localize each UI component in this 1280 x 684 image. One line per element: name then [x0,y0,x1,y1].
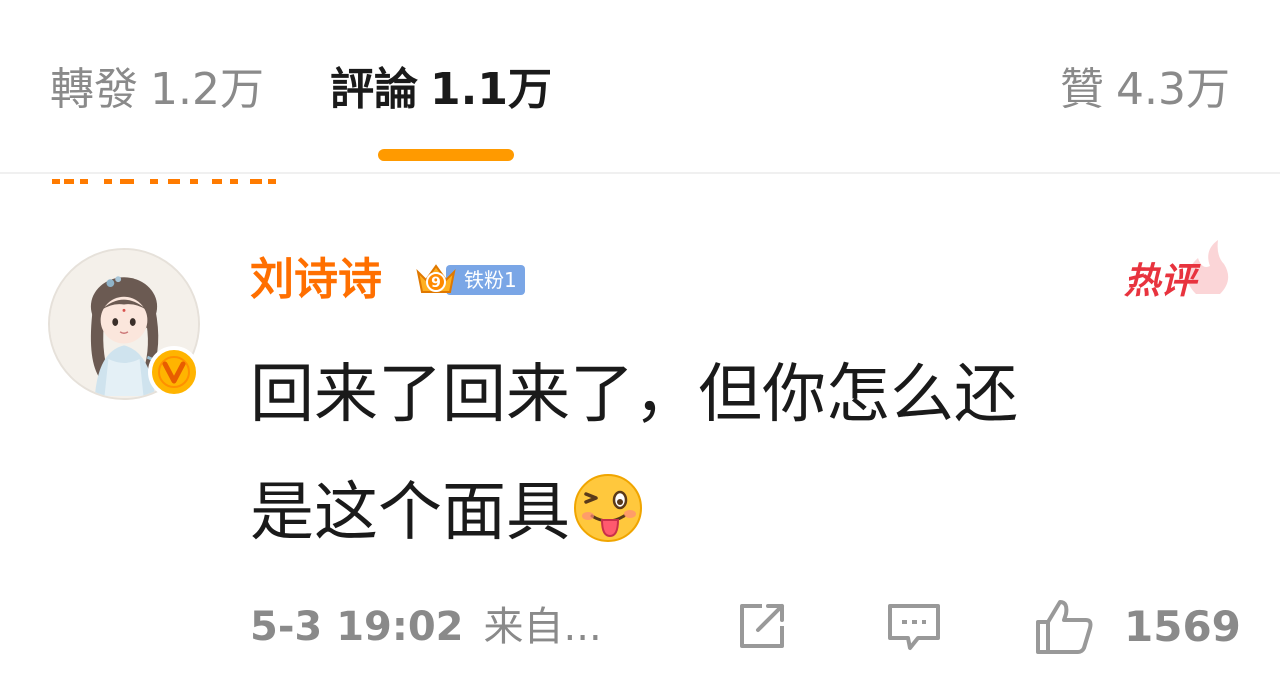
like-count: 1569 [1124,602,1241,651]
comment-icon [888,604,940,650]
comment-meta: 5-3 19:02 来自... [250,598,602,656]
share-icon [740,604,784,648]
clipped-heading-glyphs [52,179,276,184]
tab-like-count: 4.3万 [1116,64,1230,115]
comment-username[interactable]: 刘诗诗 [250,250,382,310]
reply-button[interactable] [884,596,944,656]
tab-comment[interactable]: 評論 1.1万 [330,60,552,120]
tab-comment-count: 1.1万 [430,64,552,115]
fan-level: 9 [431,275,441,291]
tab-bar: 轉發 1.2万 評論 1.1万 贊 4.3万 [0,0,1280,172]
active-tab-indicator [378,149,514,161]
comment-timestamp: 5-3 19:02 [250,604,464,650]
tab-repost[interactable]: 轉發 1.2万 [50,60,264,120]
comment-text-line1: 回来了回来了，但你怎么还 [250,358,1018,432]
clipped-heading [0,174,400,184]
thumbs-up-icon [1036,600,1093,654]
comment-text-line2: 是这个面具 [250,476,570,550]
fan-badge[interactable]: 铁粉1 9 [412,258,525,302]
tongue-wink-emoji [572,472,644,544]
share-button[interactable] [732,596,792,656]
tab-comment-label: 評論 [330,64,418,115]
hot-comment-label: 热评 [1124,261,1197,302]
comment-source: 来自... [483,604,602,650]
tab-like[interactable]: 贊 4.3万 [1060,60,1230,120]
comment-text-line2-wrap: 是这个面具 [250,454,1230,572]
tab-repost-label: 轉發 [50,64,138,115]
hot-comment-badge: 热评 [1118,236,1230,302]
crown-icon: 9 [416,264,456,293]
v-verified-icon [148,346,200,398]
tab-repost-count: 1.2万 [150,64,264,115]
like-button[interactable] [1032,596,1096,656]
weibo-comment-page: 轉發 1.2万 評論 1.1万 贊 4.3万 刘诗诗 铁粉1 9 热评 回来了回… [0,0,1280,684]
tab-like-label: 贊 [1060,64,1105,115]
comment-body: 回来了回来了，但你怎么还 是这个面具 [250,336,1230,572]
